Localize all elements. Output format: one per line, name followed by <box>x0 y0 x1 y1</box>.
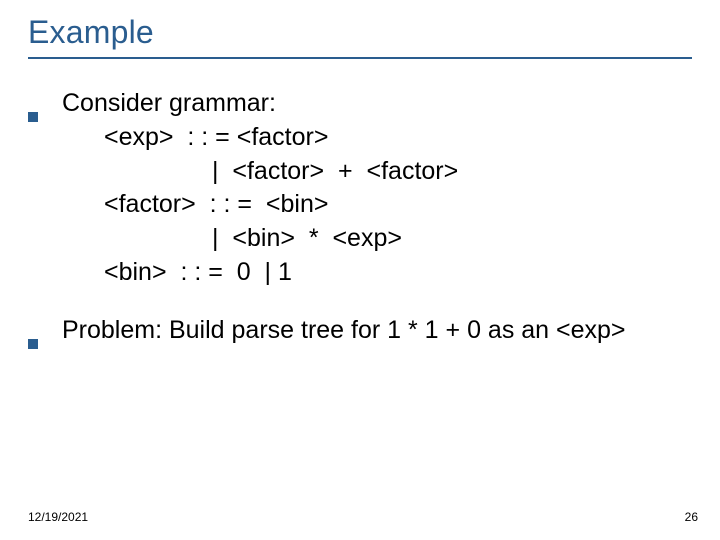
slide-content: Consider grammar: <exp> : : = <factor> |… <box>28 87 692 358</box>
grammar-line: <factor> : : = <bin> <box>62 188 692 222</box>
item-lead-text: Consider grammar: <box>62 87 692 121</box>
grammar-line: | <factor> + <factor> <box>62 155 692 189</box>
square-bullet-icon <box>28 87 62 290</box>
bullet-item: Problem: Build parse tree for 1 * 1 + 0 … <box>28 314 692 359</box>
slide: Example Consider grammar: <exp> : : = <f… <box>0 0 720 540</box>
grammar-line: <bin> : : = 0 | 1 <box>62 256 692 290</box>
bullet-item: Consider grammar: <exp> : : = <factor> |… <box>28 87 692 290</box>
item-lead-text: Problem: Build parse tree for 1 * 1 + 0 … <box>62 314 692 348</box>
grammar-line: <exp> : : = <factor> <box>62 121 692 155</box>
footer-date: 12/19/2021 <box>28 510 88 524</box>
square-bullet-icon <box>28 314 62 359</box>
item-body: Problem: Build parse tree for 1 * 1 + 0 … <box>62 314 692 359</box>
page-number: 26 <box>685 510 698 524</box>
item-body: Consider grammar: <exp> : : = <factor> |… <box>62 87 692 290</box>
slide-title: Example <box>28 14 692 51</box>
title-underline <box>28 57 692 59</box>
grammar-line: | <bin> * <exp> <box>62 222 692 256</box>
